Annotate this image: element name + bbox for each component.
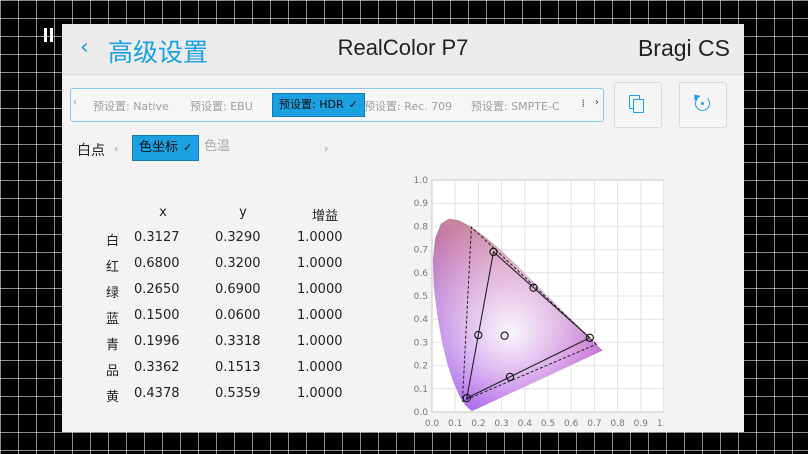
cell-gain[interactable]: 1.0000 (297, 230, 343, 245)
y-tick-label: 0.7 (414, 246, 428, 256)
preset-rec709[interactable]: 预设置: Rec. 709 (364, 98, 452, 114)
cell-gain[interactable]: 1.0000 (297, 256, 343, 271)
tab-color-temperature[interactable]: 色温 (204, 135, 230, 159)
copy-icon-front (633, 99, 644, 113)
x-tick-label: 0.7 (587, 419, 601, 429)
cell-y[interactable]: 0.1513 (215, 360, 261, 375)
cell-x[interactable]: 0.2650 (134, 282, 180, 297)
white-point-right-icon[interactable]: › (324, 142, 328, 155)
settings-panel: ‹ 高级设置 RealColor P7 Bragi CS ‹ 预设置: Nati… (62, 24, 744, 432)
x-tick-label: 0.8 (610, 419, 625, 429)
cell-gain[interactable]: 1.0000 (297, 282, 343, 297)
x-tick-label: 0.3 (494, 419, 508, 429)
row-label: 白 (106, 234, 120, 249)
preset-ebu[interactable]: 预设置: EBU (190, 98, 253, 114)
copy-button[interactable] (614, 82, 662, 128)
column-header-y: y (239, 205, 247, 220)
cell-y[interactable]: 0.3290 (215, 230, 261, 245)
x-tick-label: 0.4 (518, 419, 533, 429)
brand-label: Bragi CS (637, 35, 730, 61)
tab-chromaticity[interactable]: 色坐标 ✓ (132, 135, 200, 161)
check-icon: ✓ (348, 98, 358, 111)
cell-y[interactable]: 0.0600 (215, 308, 261, 323)
y-tick-label: 1.0 (414, 176, 429, 186)
x-tick-label: 0.6 (564, 419, 579, 429)
cell-gain[interactable]: 1.0000 (297, 386, 343, 401)
column-header-x: x (159, 205, 167, 220)
y-tick-label: 0.3 (414, 338, 428, 348)
cell-gain[interactable]: 1.0000 (297, 334, 343, 349)
column-header-gain: 增益 (311, 209, 338, 224)
reset-icon-dot (700, 101, 704, 105)
preset-more-icon: ⁞ (581, 97, 586, 110)
white-point-left-icon[interactable]: ‹ (114, 142, 118, 155)
cell-x[interactable]: 0.3362 (134, 360, 180, 375)
cell-x[interactable]: 0.4378 (134, 386, 180, 401)
y-tick-label: 0.4 (414, 315, 429, 325)
cell-y[interactable]: 0.3318 (215, 334, 261, 349)
tab-chromaticity-label: 色坐标 (139, 140, 179, 155)
preset-native[interactable]: 预设置: Native (93, 98, 169, 114)
check-icon: ✓ (183, 141, 193, 154)
x-tick-label: 0.1 (448, 419, 462, 429)
row-label: 青 (106, 338, 120, 353)
x-tick-label: 1.0 (657, 419, 664, 429)
row-label: 蓝 (106, 312, 120, 327)
x-tick-label: 0.5 (541, 419, 555, 429)
row-label: 绿 (106, 286, 120, 301)
preset-hdr[interactable]: 预设置: HDR ✓ (272, 93, 365, 117)
cell-x[interactable]: 0.3127 (134, 230, 180, 245)
row-label: 黄 (106, 390, 120, 405)
cell-x[interactable]: 0.1500 (134, 308, 180, 323)
x-tick-label: 0.2 (471, 419, 485, 429)
x-tick-label: 0.0 (425, 419, 440, 429)
pause-icon (44, 28, 54, 42)
row-label: 红 (106, 260, 120, 275)
reset-button[interactable] (679, 82, 727, 128)
cell-y[interactable]: 0.6900 (215, 282, 261, 297)
y-tick-label: 0.1 (414, 385, 428, 395)
preset-scroll-right-icon[interactable]: › (595, 97, 599, 108)
preset-scroll-left-icon[interactable]: ‹ (73, 97, 77, 108)
cell-gain[interactable]: 1.0000 (297, 360, 343, 375)
cell-gain[interactable]: 1.0000 (297, 308, 343, 323)
preset-selector: ‹ 预设置: Native 预设置: EBU 预设置: HDR ✓ 预设置: Re… (70, 88, 604, 122)
row-label: 品 (106, 364, 120, 379)
x-tick-label: 0.9 (634, 419, 649, 429)
header: ‹ 高级设置 RealColor P7 Bragi CS (62, 24, 744, 75)
white-point-label: 白点 (77, 143, 105, 159)
cell-x[interactable]: 0.6800 (134, 256, 180, 271)
y-tick-label: 0.2 (414, 362, 428, 372)
cell-y[interactable]: 0.3200 (215, 256, 261, 271)
y-tick-label: 0.8 (414, 222, 429, 232)
preset-smpte-c[interactable]: 预设置: SMPTE-C (471, 98, 560, 114)
y-tick-label: 0.9 (414, 199, 429, 209)
preset-hdr-label: 预设置: HDR (279, 98, 344, 111)
y-tick-label: 0.5 (414, 292, 428, 302)
y-tick-label: 0.6 (414, 269, 429, 279)
cell-x[interactable]: 0.1996 (134, 334, 180, 349)
y-tick-label: 0.0 (414, 408, 429, 418)
cell-y[interactable]: 0.5359 (215, 386, 261, 401)
cie-chromaticity-chart: 0.0 0.1 0.2 0.3 0.4 0.5 0.6 0.7 0.8 0.9 1.0 0.0 0.1 0… (414, 176, 664, 429)
